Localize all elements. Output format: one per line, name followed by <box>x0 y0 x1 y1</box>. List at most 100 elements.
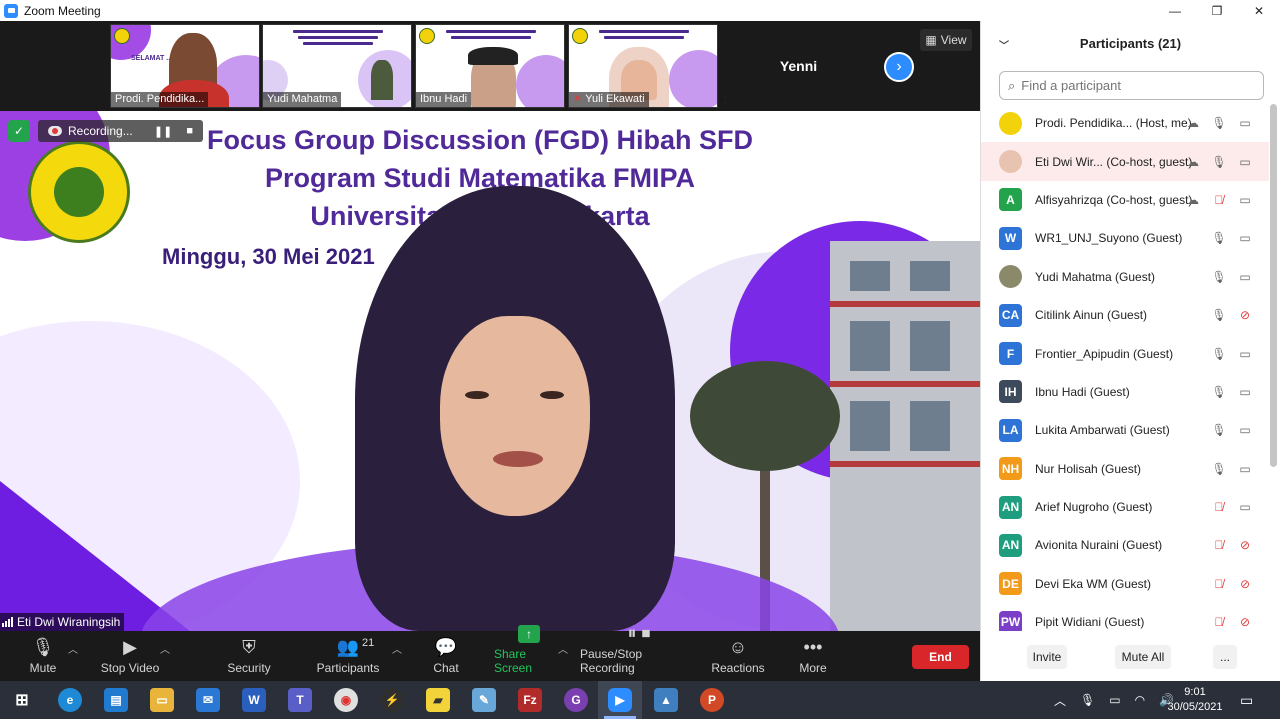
chrome-icon[interactable]: ◉ <box>334 688 358 712</box>
word-icon[interactable]: W <box>242 688 266 712</box>
share-options-caret-icon[interactable]: ︿ <box>558 641 568 656</box>
mic-muted-icon[interactable]: 🎙̸ <box>1211 193 1227 207</box>
sticky-notes-icon[interactable]: ▰ <box>426 688 450 712</box>
video-thumbnail[interactable]: Yudi Mahatma <box>262 24 412 108</box>
microphone-icon[interactable]: 🎙 <box>1211 462 1227 476</box>
video-off-icon[interactable]: ⊘ <box>1237 615 1253 629</box>
reactions-button[interactable]: ☺ Reactions <box>710 631 766 681</box>
participant-row[interactable]: LA Lukita Ambarwati (Guest) 🎙 ▭ <box>981 411 1269 449</box>
chevron-down-icon[interactable]: ﹀ <box>999 37 1009 52</box>
close-button[interactable]: ✕ <box>1238 0 1280 21</box>
participant-search[interactable]: ⌕ <box>999 71 1264 100</box>
stop-recording-icon[interactable]: ■ <box>186 125 193 138</box>
participant-row[interactable]: IH Ibnu Hadi (Guest) 🎙 ▭ <box>981 373 1269 411</box>
video-camera-icon[interactable]: ▭ <box>1237 347 1253 361</box>
microphone-icon[interactable]: 🎙 <box>1211 116 1227 130</box>
wifi-icon[interactable]: ◠ <box>1135 693 1145 707</box>
video-camera-icon[interactable]: ▭ <box>1237 193 1253 207</box>
video-camera-icon[interactable]: ▭ <box>1237 231 1253 245</box>
battery-icon[interactable]: ▭ <box>1109 693 1120 707</box>
photos-icon[interactable]: ▲ <box>654 688 678 712</box>
participant-name-label: Prodi. Pendidika... <box>111 92 209 107</box>
participant-list-scrollbar[interactable] <box>1270 104 1277 467</box>
taskbar-clock[interactable]: 9:01 30/05/2021 <box>1160 685 1230 715</box>
microphone-icon[interactable]: 🎙 <box>1211 308 1227 322</box>
participants-options-caret-icon[interactable]: ︿ <box>392 641 402 656</box>
participant-row[interactable]: PW Pipit Widiani (Guest) 🎙̸ ⊘ <box>981 603 1269 631</box>
video-off-icon[interactable]: ⊘ <box>1237 308 1253 322</box>
microphone-icon: 🎙 <box>31 637 55 657</box>
microphone-icon[interactable]: 🎙 <box>1211 231 1227 245</box>
pause-recording-icon[interactable]: ❚❚ <box>154 125 172 138</box>
more-button[interactable]: ••• More <box>796 631 830 681</box>
share-screen-button[interactable]: ↑ Share Screen <box>494 625 564 681</box>
powerpoint-icon[interactable]: P <box>700 688 724 712</box>
mic-muted-icon[interactable]: 🎙̸ <box>1211 615 1227 629</box>
app-icon[interactable]: G <box>564 688 588 712</box>
chat-button[interactable]: 💬 Chat <box>426 631 466 681</box>
video-off-icon[interactable]: ⊘ <box>1237 577 1253 591</box>
encryption-shield-icon[interactable]: ✓ <box>8 120 30 142</box>
microphone-icon[interactable]: 🎙 <box>1211 270 1227 284</box>
mute-all-button[interactable]: Mute All <box>1115 645 1171 669</box>
video-camera-icon[interactable]: ▭ <box>1237 500 1253 514</box>
windows-start-icon[interactable]: ⊞ <box>10 688 34 712</box>
participant-row[interactable]: A Alfisyahrizqa (Co-host, guest) ☁ 🎙̸ ▭ <box>981 181 1269 219</box>
security-button[interactable]: ⛨ Security <box>222 631 276 681</box>
teams-icon[interactable]: T <box>288 688 312 712</box>
participant-row[interactable]: F Frontier_Apipudin (Guest) 🎙 ▭ <box>981 334 1269 372</box>
maximize-button[interactable]: ❐ <box>1196 0 1238 21</box>
chevron-up-icon[interactable]: ︿ <box>1054 692 1066 709</box>
microphone-icon[interactable]: 🎙 <box>1211 155 1227 169</box>
video-camera-icon[interactable]: ▭ <box>1237 270 1253 284</box>
participant-row[interactable]: AN Arief Nugroho (Guest) 🎙̸ ▭ <box>981 488 1269 526</box>
search-input[interactable] <box>1021 78 1242 93</box>
video-camera-icon[interactable]: ▭ <box>1237 462 1253 476</box>
video-thumbnail[interactable]: SELAMAT ... PESERTA Prodi. Pendidika... <box>110 24 260 108</box>
file-explorer-icon[interactable]: ▭ <box>150 688 174 712</box>
mail-icon[interactable]: ✉ <box>196 688 220 712</box>
video-camera-icon[interactable]: ▭ <box>1237 155 1253 169</box>
notification-icon[interactable]: ▭ <box>1240 681 1253 719</box>
video-options-caret-icon[interactable]: ︿ <box>160 641 170 656</box>
next-page-arrow-icon[interactable]: › <box>884 52 914 82</box>
paint-icon[interactable]: ✎ <box>472 688 496 712</box>
video-camera-icon[interactable]: ▭ <box>1237 423 1253 437</box>
participant-row[interactable]: W WR1_UNJ_Suyono (Guest) 🎙 ▭ <box>981 219 1269 257</box>
view-button[interactable]: ▦ View <box>920 29 972 51</box>
edge-browser-icon[interactable]: e <box>58 688 82 712</box>
participant-row[interactable]: NH Nur Holisah (Guest) 🎙 ▭ <box>981 450 1269 488</box>
minimize-button[interactable]: — <box>1154 0 1196 21</box>
microphone-icon[interactable]: 🎙 <box>1211 423 1227 437</box>
microphone-icon[interactable]: 🎙 <box>1211 385 1227 399</box>
video-off-icon[interactable]: ⊘ <box>1237 538 1253 552</box>
participant-row[interactable]: Yudi Mahatma (Guest) 🎙 ▭ <box>981 258 1269 296</box>
end-meeting-button[interactable]: End <box>912 645 969 669</box>
video-thumbnail[interactable]: Ibnu Hadi <box>415 24 565 108</box>
mic-muted-icon[interactable]: 🎙̸ <box>1211 577 1227 591</box>
video-camera-icon[interactable]: ▭ <box>1237 116 1253 130</box>
participant-row[interactable]: AN Avionita Nuraini (Guest) 🎙̸ ⊘ <box>981 526 1269 564</box>
microphone-icon[interactable]: 🎙 <box>1211 347 1227 361</box>
mic-muted-icon[interactable]: 🎙̸ <box>1211 538 1227 552</box>
microphone-icon[interactable]: 🎙 <box>1080 693 1095 707</box>
mute-button[interactable]: 🎙 Mute <box>22 631 64 681</box>
panel-more-button[interactable]: ... <box>1213 645 1237 669</box>
mic-muted-icon[interactable]: 🎙̸ <box>1211 500 1227 514</box>
store-icon[interactable]: ▤ <box>104 688 128 712</box>
audio-only-tile[interactable]: Yenni <box>726 24 871 108</box>
app-icon[interactable]: ⚡ <box>380 688 404 712</box>
participant-row[interactable]: DE Devi Eka WM (Guest) 🎙̸ ⊘ <box>981 565 1269 603</box>
pause-stop-recording-button[interactable]: ⏸ ⏹ Pause/Stop Recording <box>580 623 698 681</box>
avatar <box>999 150 1022 174</box>
invite-button[interactable]: Invite <box>1027 645 1067 669</box>
video-camera-icon[interactable]: ▭ <box>1237 385 1253 399</box>
participant-row[interactable]: Eti Dwi Wir... (Co-host, guest) ☁ 🎙 ▭ <box>981 142 1269 181</box>
filezilla-icon[interactable]: Fz <box>518 688 542 712</box>
video-thumbnail[interactable]: ✕ Yuli Ekawati <box>568 24 718 108</box>
mute-options-caret-icon[interactable]: ︿ <box>68 641 78 656</box>
zoom-icon[interactable]: ▶ <box>608 688 632 712</box>
participant-row[interactable]: CA Citilink Ainun (Guest) 🎙 ⊘ <box>981 296 1269 334</box>
stop-video-button[interactable]: ▶ Stop Video <box>98 631 162 681</box>
participant-row[interactable]: Prodi. Pendidika... (Host, me) ☁ 🎙 ▭ <box>981 104 1269 142</box>
